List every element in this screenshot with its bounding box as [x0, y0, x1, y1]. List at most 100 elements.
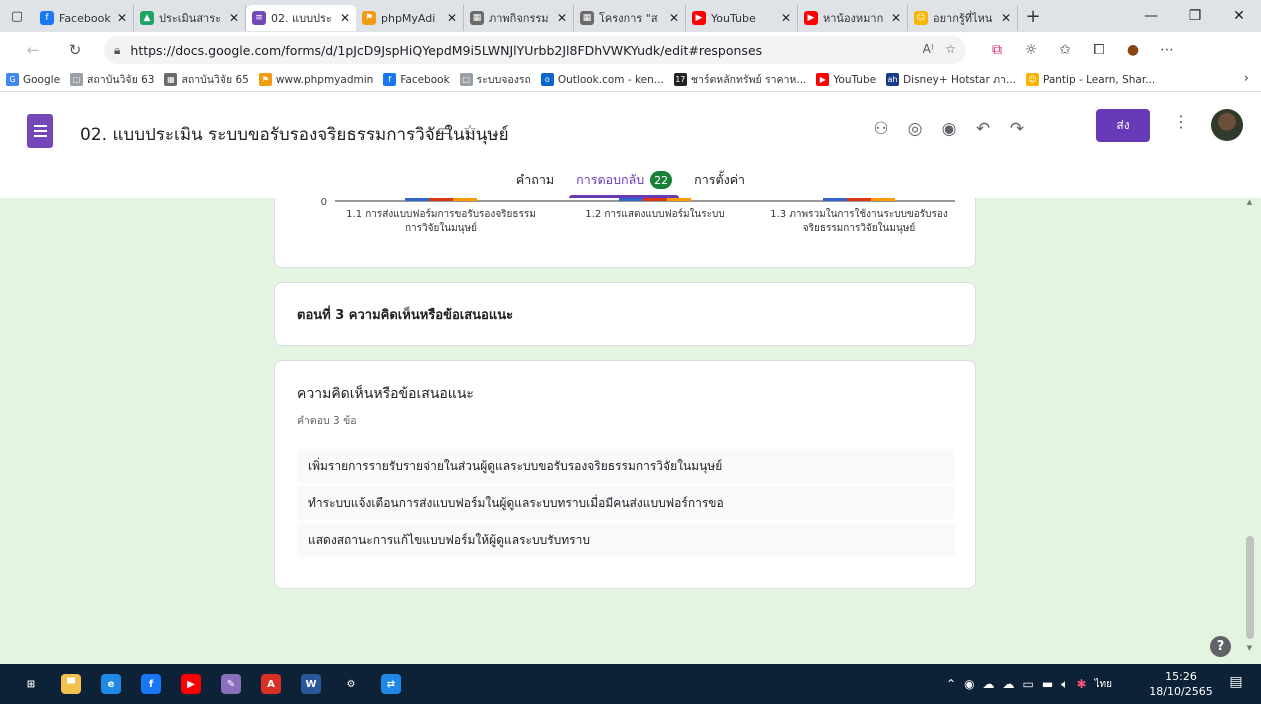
paint-icon: ✎ [221, 674, 241, 694]
close-tab-icon[interactable]: ✕ [340, 11, 350, 25]
tab-settings[interactable]: การตั้งค่า [683, 162, 756, 198]
undo-icon[interactable]: ↶ [966, 112, 1000, 146]
bookmark-item[interactable]: ▦ สถาบันวิจัย 65 [164, 71, 249, 88]
minimize-icon[interactable]: — [1129, 0, 1173, 32]
taskbar-file-explorer[interactable]: ▀ [52, 664, 90, 704]
avatar[interactable] [1211, 109, 1243, 141]
close-tab-icon[interactable]: ✕ [891, 11, 901, 25]
folder-icon[interactable]: ▭ [437, 121, 451, 139]
forms-logo-icon[interactable] [27, 114, 53, 148]
network-icon[interactable]: ▭ [1023, 677, 1034, 691]
chart-bar[interactable] [429, 198, 453, 201]
page-scrollbar[interactable]: ▲ ▼ [1244, 198, 1255, 664]
extensions-puzzle-icon[interactable]: ☼ [1014, 36, 1048, 64]
browser-tab[interactable]: ▲ ประเมินสาระ ✕ [134, 5, 246, 31]
tab-list: f Facebook ✕ ▲ ประเมินสาระ ✕ ≡ 02. แบบประ ✕ ⚑ phpM… [34, 1, 1018, 31]
chart-bar[interactable] [405, 198, 429, 201]
battery-icon[interactable]: ▬ [1042, 677, 1053, 691]
chart-bar[interactable] [643, 198, 667, 201]
more-vert-icon[interactable]: ⋮ [1170, 112, 1192, 142]
new-tab-button[interactable]: + [1018, 6, 1048, 27]
input-language[interactable]: ไทย [1095, 677, 1112, 692]
bookmark-label: ชาร์ตหลักทรัพย์ ราคาห... [690, 74, 807, 86]
responses-content[interactable]: 0 1.1 การส่งแบบฟอร์มการขอรับรองจริยธรรม กา… [0, 198, 1261, 664]
tab-responses[interactable]: การตอบกลับ 22 [565, 162, 683, 198]
url-field[interactable]: 🔒︎ https://docs.google.com/forms/d/1pJcD… [104, 36, 966, 64]
browser-tab[interactable]: f Facebook ✕ [34, 5, 134, 31]
close-tab-icon[interactable]: ✕ [669, 11, 679, 25]
browser-tab[interactable]: ▦ ภาพกิจกรรม ✕ [464, 5, 574, 31]
close-tab-icon[interactable]: ✕ [781, 11, 791, 25]
chart-bar[interactable] [871, 198, 895, 201]
chart-bar[interactable] [667, 198, 691, 201]
palette-icon[interactable]: ◎ [898, 112, 932, 146]
addons-puzzle-icon[interactable]: ⚇ [864, 112, 898, 146]
refresh-icon[interactable]: ↻ [60, 41, 90, 59]
scroll-down-icon[interactable]: ▼ [1244, 644, 1255, 656]
tab-questions[interactable]: คำถาม [505, 162, 565, 198]
taskbar-teamviewer[interactable]: ⇄ [372, 664, 410, 704]
volume-icon[interactable]: 🔈︎ [1061, 677, 1068, 692]
more-menu-icon[interactable]: ⋯ [1150, 36, 1184, 64]
tab-actions-icon[interactable]: ▢ [0, 0, 34, 32]
taskbar-word[interactable]: W [292, 664, 330, 704]
chart-bar[interactable] [823, 198, 847, 201]
collections-icon[interactable]: ⧠ [1082, 36, 1116, 64]
taskbar-facebook[interactable]: f [132, 664, 170, 704]
responses-count-badge: 22 [650, 171, 673, 189]
chart-bar[interactable] [619, 198, 643, 201]
restore-icon[interactable]: ❐ [1173, 0, 1217, 32]
send-button[interactable]: ส่ง [1096, 109, 1150, 142]
taskbar-acrobat[interactable]: A [252, 664, 290, 704]
browser-tab[interactable]: ≡ 02. แบบประ ✕ [246, 5, 356, 31]
browser-tab[interactable]: ▦ โครงการ "ส ✕ [574, 5, 686, 31]
bookmark-item[interactable]: ▢ ระบบจองรถ [459, 71, 531, 88]
browser-tab[interactable]: ▶ YouTube ✕ [686, 5, 798, 31]
close-window-icon[interactable]: ✕ [1217, 0, 1261, 32]
chart-bar[interactable] [847, 198, 871, 201]
taskbar-windows-start[interactable]: ⊞ [12, 664, 50, 704]
help-icon[interactable]: ? [1210, 636, 1231, 657]
favorites-icon[interactable]: ✩ [1048, 36, 1082, 64]
star-icon[interactable]: ☆ [463, 121, 476, 139]
close-tab-icon[interactable]: ✕ [1001, 11, 1011, 25]
scroll-thumb[interactable] [1246, 536, 1254, 639]
tray-chevron-icon[interactable]: ⌃ [946, 677, 956, 691]
extension-icon[interactable]: ⧉ [980, 36, 1014, 64]
bookmark-item[interactable]: ah Disney+ Hotstar ภา... [886, 71, 1016, 88]
onedrive-personal-icon[interactable]: ☁ [1003, 677, 1015, 691]
profile-icon[interactable]: ● [1116, 36, 1150, 64]
taskbar-settings[interactable]: ⚙ [332, 664, 370, 704]
onedrive-icon[interactable]: ☁ [983, 677, 995, 691]
tray-colors-icon[interactable]: ✱ [1076, 677, 1086, 691]
bookmark-item[interactable]: ▢ สถาบันวิจัย 63 [70, 71, 154, 88]
clock[interactable]: 15:26 18/10/2565 [1146, 669, 1216, 699]
scroll-up-icon[interactable]: ▲ [1244, 198, 1255, 210]
tray-app-icon[interactable]: ◉ [964, 677, 974, 691]
reader-icons[interactable]: A⁾ ☆ [923, 42, 956, 56]
bookmark-item[interactable]: ▶ YouTube [816, 73, 876, 86]
close-tab-icon[interactable]: ✕ [117, 11, 127, 25]
browser-tab[interactable]: ⚑ phpMyAdi ✕ [356, 5, 464, 31]
browser-tab[interactable]: ☺ อยากรู้ที่ไหน ✕ [908, 5, 1018, 31]
close-tab-icon[interactable]: ✕ [229, 11, 239, 25]
taskbar-youtube[interactable]: ▶ [172, 664, 210, 704]
bookmark-item[interactable]: f Facebook [383, 73, 450, 86]
close-tab-icon[interactable]: ✕ [447, 11, 457, 25]
taskbar-paint[interactable]: ✎ [212, 664, 250, 704]
back-icon[interactable]: ← [18, 41, 48, 59]
bookmark-item[interactable]: G Google [6, 73, 60, 86]
close-tab-icon[interactable]: ✕ [557, 11, 567, 25]
notifications-icon[interactable]: ▤ [1226, 674, 1246, 694]
chart-bar[interactable] [453, 198, 477, 201]
preview-eye-icon[interactable]: ◉ [932, 112, 966, 146]
browser-tab[interactable]: ▶ หาน้องหมาก ✕ [798, 5, 908, 31]
bookmarks-more-icon[interactable]: › [1244, 71, 1249, 86]
taskbar-edge[interactable]: e [92, 664, 130, 704]
bookmark-item[interactable]: 17 ชาร์ตหลักทรัพย์ ราคาห... [673, 71, 807, 88]
bookmark-item[interactable]: o Outlook.com - ken... [540, 73, 664, 86]
bookmark-item[interactable]: ⚑ www.phpmyadmin [258, 73, 373, 86]
bookmark-item[interactable]: ☺ Pantip - Learn, Shar... [1025, 73, 1155, 86]
redo-icon[interactable]: ↷ [1000, 112, 1034, 146]
tab-favicon-icon: ▲ [140, 11, 154, 25]
